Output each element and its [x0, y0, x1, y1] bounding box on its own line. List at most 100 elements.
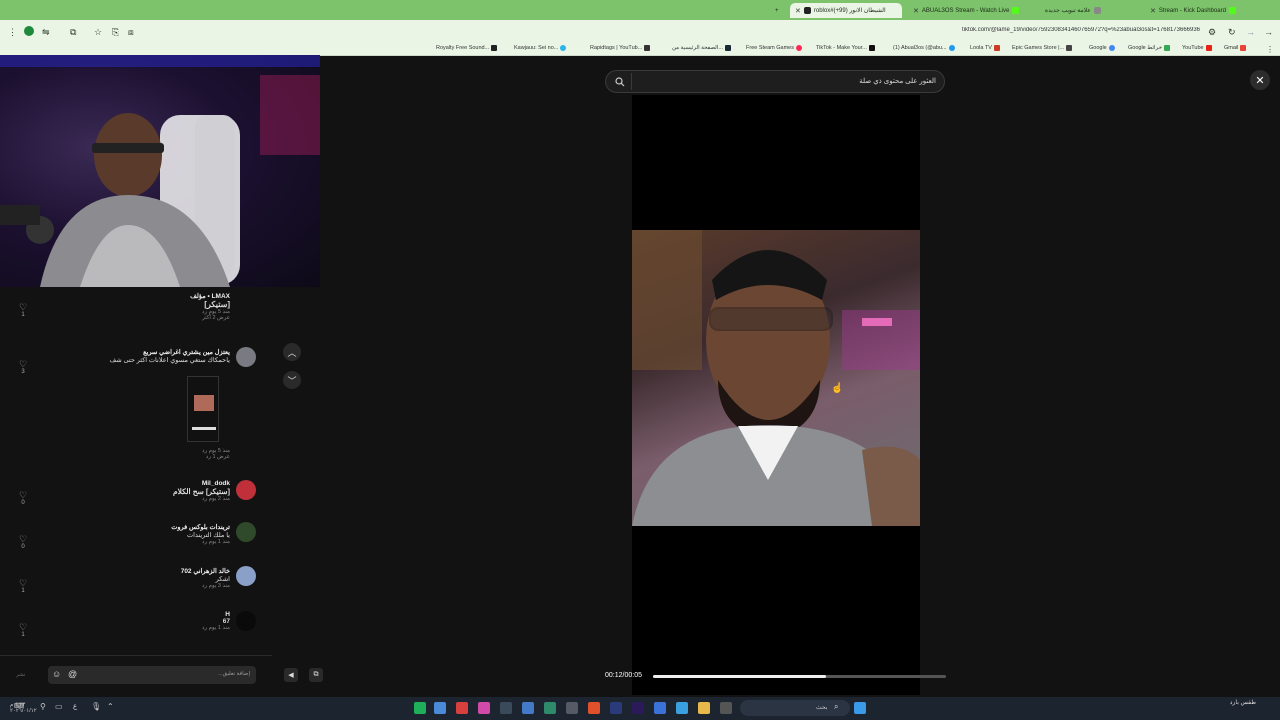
comment-image[interactable]: [187, 376, 219, 442]
bookmark-item[interactable]: Google: [1089, 45, 1115, 51]
comment-meta[interactable]: منذ 1 يوم رد: [130, 625, 230, 631]
reload-icon[interactable]: ↻: [1228, 27, 1236, 37]
avatar[interactable]: [236, 347, 256, 367]
like-button[interactable]: ♡ 0: [16, 491, 30, 507]
file-explorer-icon[interactable]: [698, 702, 710, 714]
comment-author[interactable]: خالد الزهراني 702: [130, 567, 230, 575]
comment-author[interactable]: Mil_dodk: [130, 480, 230, 487]
bookmark-item[interactable]: Epic Games Store |...: [1012, 45, 1073, 51]
site-settings-icon[interactable]: ⚙: [1208, 27, 1216, 37]
bookmark-item[interactable]: Google خرائط: [1128, 45, 1170, 51]
previous-video-button[interactable]: ︿: [283, 343, 301, 361]
like-button[interactable]: ♡ 0: [16, 534, 30, 551]
app-icon[interactable]: [676, 702, 688, 714]
edge-icon[interactable]: [654, 702, 666, 714]
next-video-button[interactable]: ﹀: [283, 371, 301, 389]
comment-author[interactable]: LMAX • مؤلف: [120, 292, 230, 300]
avatar[interactable]: [236, 522, 256, 542]
like-button[interactable]: ♡ 1: [16, 303, 30, 319]
bookmark-item[interactable]: الصفحة الرئيسية من...: [672, 45, 731, 51]
search-bar[interactable]: العثور على محتوى ذي صلة: [605, 70, 945, 93]
app-icon[interactable]: [544, 702, 556, 714]
app-icon[interactable]: [414, 702, 426, 714]
forward-icon[interactable]: →: [1246, 27, 1255, 37]
language-icon[interactable]: ع: [73, 702, 85, 714]
comment-meta[interactable]: منذ 1 يوم رد: [130, 539, 230, 545]
bookmark-item[interactable]: Free Steam Games: [746, 45, 802, 51]
tab-kick-dashboard[interactable]: ✕ Stream - Kick Dashboard: [1145, 3, 1260, 18]
bookmark-item[interactable]: Kawjauu: Sei no...: [514, 45, 567, 51]
bookmark-item[interactable]: Royalty Free Sound...: [436, 45, 498, 51]
heart-icon: ♡: [18, 534, 28, 544]
close-button[interactable]: ✕: [1250, 70, 1270, 90]
close-icon[interactable]: ✕: [913, 7, 919, 15]
search-icon: ⌕: [834, 702, 839, 711]
wifi-icon[interactable]: ⚲: [40, 702, 52, 714]
search-input[interactable]: العثور على محتوى ذي صلة: [859, 77, 936, 85]
bookmark-item[interactable]: Rapidtags | YouTub...: [590, 45, 651, 51]
app-icon[interactable]: [566, 702, 578, 714]
comment-meta[interactable]: منذ 3 يوم رد: [130, 583, 230, 589]
volume-button[interactable]: ◀: [284, 668, 298, 682]
view-replies[interactable]: عرض 2 أكثر: [120, 315, 230, 321]
like-button[interactable]: ♡ 1: [16, 579, 30, 595]
tab-title: ABUAL3OS Stream - Watch Live: [921, 7, 1010, 14]
system-clock[interactable]: طقس بارد ٤:٢٣ م: [1212, 700, 1256, 707]
tab-new-tab[interactable]: علامة تبويب جديدة: [1040, 3, 1140, 18]
extension-icon[interactable]: [24, 26, 34, 36]
close-icon[interactable]: ✕: [1150, 7, 1156, 15]
back-icon[interactable]: →: [1264, 27, 1273, 37]
list-item: H 67 منذ 1 يوم رد: [130, 611, 230, 631]
close-icon[interactable]: ✕: [795, 7, 801, 15]
avatar[interactable]: [236, 480, 256, 500]
emoji-icon[interactable]: ☺: [52, 669, 61, 679]
tab-abual3os-stream[interactable]: ✕ ABUAL3OS Stream - Watch Live: [908, 3, 1030, 18]
display-icon[interactable]: ▭: [55, 702, 67, 714]
comment-author[interactable]: يعتزل مين يشتري اغراضي سريع: [110, 348, 230, 356]
all-bookmarks-icon[interactable]: ⋮: [1266, 45, 1274, 54]
post-button[interactable]: نشر: [16, 672, 25, 678]
bookmark-item[interactable]: TikTok - Make Your...: [816, 45, 875, 51]
like-button[interactable]: ♡ 1: [16, 623, 30, 639]
comment-meta[interactable]: منذ 2 يوم رد: [130, 496, 230, 502]
app-icon[interactable]: [720, 702, 732, 714]
video-frame[interactable]: [632, 230, 920, 526]
app-icon[interactable]: [456, 702, 468, 714]
share-icon[interactable]: ⎘: [112, 27, 119, 37]
tab-tiktok[interactable]: ✕ roblox#(+99) الشيطان الانور: [790, 3, 902, 18]
app-icon[interactable]: [478, 702, 490, 714]
comment-input[interactable]: إضافة تعليق... ☺ @: [48, 666, 256, 684]
new-tab-button[interactable]: +: [770, 3, 784, 18]
bookmark-star-icon[interactable]: ☆: [94, 27, 102, 37]
menu-icon[interactable]: ⋮: [8, 27, 17, 37]
search-button[interactable]: [608, 73, 632, 90]
comment-author[interactable]: H: [130, 611, 230, 618]
premiere-icon[interactable]: [632, 702, 644, 714]
bookmark-item[interactable]: YouTube: [1182, 45, 1212, 51]
install-icon[interactable]: ⧈: [128, 27, 134, 37]
tray-clock[interactable]: ٤:٢٣ م ٢٠٢٦/٠١/١٢: [10, 702, 37, 714]
comment-author[interactable]: تريندات بلوكس فروت: [130, 523, 230, 531]
bookmark-item[interactable]: (1) Abual3os (@abu...: [893, 45, 955, 51]
avatar[interactable]: [236, 566, 256, 586]
app-icon[interactable]: [500, 702, 512, 714]
downloads-icon[interactable]: ⧉: [70, 27, 76, 37]
mention-icon[interactable]: @: [68, 669, 77, 679]
chevron-up-icon[interactable]: ⌃: [107, 702, 119, 714]
list-item: Mil_dodk [ستيكر] سح الكلام منذ 2 يوم رد: [130, 480, 230, 502]
cast-icon[interactable]: ⇋: [42, 27, 50, 37]
miniplayer-button[interactable]: ⧉: [309, 668, 323, 682]
app-icon[interactable]: [610, 702, 622, 714]
app-icon[interactable]: [522, 702, 534, 714]
address-bar[interactable]: tiktok.com/@lame_19/video/75923083414607…: [860, 27, 1200, 33]
chrome-icon[interactable]: [434, 702, 446, 714]
video-progress-bar[interactable]: [653, 675, 946, 678]
like-button[interactable]: ♡ 3: [16, 360, 30, 376]
chrome-icon[interactable]: [588, 702, 600, 714]
avatar[interactable]: [236, 611, 256, 631]
view-replies[interactable]: عرض 1 رد: [150, 454, 230, 460]
bookmark-item[interactable]: Gmail: [1224, 45, 1247, 51]
mic-icon[interactable]: 🎙: [91, 702, 103, 714]
bookmark-item[interactable]: Loola TV: [970, 45, 1000, 51]
start-icon[interactable]: [854, 702, 866, 714]
